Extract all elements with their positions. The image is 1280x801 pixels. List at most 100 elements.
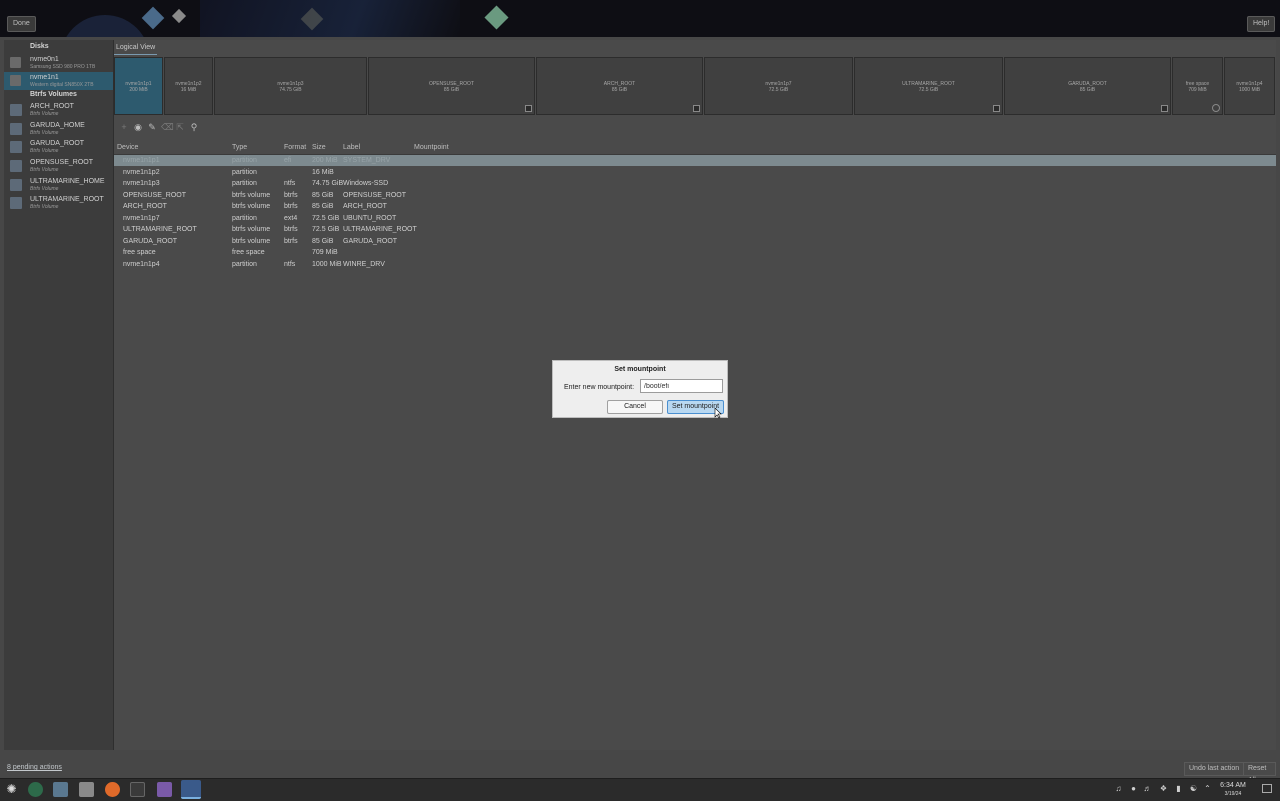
column-mountpoint[interactable]: Mountpoint <box>414 144 449 151</box>
table-row[interactable]: GARUDA_ROOT btrfs volume btrfs 85 GiB GARUDA… <box>114 236 1276 247</box>
cell-format: btrfs <box>284 226 298 233</box>
status-bar: 8 pending actions Undo last action Reset… <box>4 762 1276 784</box>
pending-actions-link[interactable]: 8 pending actions <box>7 764 62 771</box>
column-format[interactable]: Format <box>284 144 306 151</box>
dialog-title: Set mountpoint <box>614 366 666 373</box>
volume-icon[interactable]: ♬ <box>1143 784 1152 793</box>
volume-type: Btrfs Volume <box>30 186 59 192</box>
table-row[interactable]: OPENSUSE_ROOT btrfs volume btrfs 85 GiB OPEN… <box>114 190 1276 201</box>
partition-block-size: 85 GiB <box>443 87 460 93</box>
cell-device: free space <box>123 249 156 256</box>
cell-device: nvme1n1p3 <box>123 180 160 187</box>
cell-type: btrfs volume <box>232 203 271 210</box>
status-dot-icon[interactable]: ● <box>1129 784 1138 793</box>
notification-icon[interactable]: ♫ <box>1114 784 1123 793</box>
table-row[interactable]: nvme1n1p4 partition ntfs 1000 MiB WINRE_DRV <box>114 259 1276 270</box>
volume-name: OPENSUSE_ROOT <box>30 159 94 166</box>
cell-label: ULTRAMARINE_ROOT <box>343 226 417 233</box>
show-desktop-icon[interactable] <box>1262 784 1272 793</box>
volume-icon <box>10 197 22 209</box>
reset-all-button[interactable]: Reset All <box>1243 762 1276 784</box>
bluetooth-icon[interactable]: ❖ <box>1159 784 1168 793</box>
format-icon[interactable]: ◉ <box>133 122 143 132</box>
cancel-button[interactable]: Cancel <box>607 400 663 414</box>
volume-item[interactable]: GARUDA_ROOT Btrfs Volume <box>4 139 113 157</box>
column-device[interactable]: Device <box>117 144 138 151</box>
resize-icon[interactable]: ⇱ <box>175 122 185 132</box>
volume-item[interactable]: ULTRAMARINE_ROOT Btrfs Volume <box>4 195 113 213</box>
partition-block[interactable]: ARCH_ROOT 85 GiB <box>536 57 703 115</box>
wifi-icon[interactable]: ☯ <box>1189 784 1198 793</box>
partition-block[interactable]: GARUDA_ROOT 85 GiB <box>1004 57 1171 115</box>
volume-item[interactable]: ARCH_ROOT Btrfs Volume <box>4 102 113 120</box>
cell-size: 1000 MiB <box>312 260 342 268</box>
partition-block[interactable]: OPENSUSE_ROOT 85 GiB <box>368 57 535 115</box>
chevron-up-icon[interactable]: ⌃ <box>1203 784 1212 793</box>
cell-format: btrfs <box>284 191 298 199</box>
help-button[interactable]: Help! <box>1247 16 1276 32</box>
volume-stack-icon <box>693 105 700 112</box>
partition-block-size: 85 GiB <box>611 87 628 93</box>
table-row[interactable]: nvme1n1p2 partition 16 MiB <box>114 167 1276 178</box>
done-button[interactable]: Done <box>7 16 36 32</box>
cell-format: btrfs <box>284 237 298 245</box>
installer-icon[interactable] <box>181 780 201 799</box>
cell-device: nvme1n1p1 <box>123 157 160 164</box>
partition-block[interactable]: nvme1n1p2 16 MiB <box>164 57 213 115</box>
firefox-icon[interactable] <box>105 782 120 797</box>
cell-size: 85 GiB <box>312 191 334 199</box>
cell-type: btrfs volume <box>232 226 271 233</box>
cell-device: nvme1n1p2 <box>123 168 160 176</box>
partition-block[interactable]: ULTRAMARINE_ROOT 72.5 GiB <box>854 57 1003 115</box>
disk-icon <box>10 57 21 68</box>
top-bar: Done Help! <box>0 0 1280 37</box>
clock[interactable]: 6:34 AM 3/19/24 <box>1216 782 1250 798</box>
discover-icon[interactable] <box>28 782 43 797</box>
table-row[interactable]: nvme1n1p7 partition ext4 72.5 GiB UBUNTU_ROO… <box>114 213 1276 224</box>
table-row[interactable]: free space free space 709 MiB <box>114 247 1276 258</box>
delete-icon[interactable]: ⌫ <box>161 122 174 132</box>
undo-last-action-button[interactable]: Undo last action <box>1184 762 1245 776</box>
column-label[interactable]: Label <box>343 144 360 151</box>
set-mountpoint-dialog: Set mountpoint Enter new mountpoint: Can… <box>552 360 728 419</box>
disk-item-selected[interactable]: nvme1n1 Western digital SN850X 2TB <box>4 72 113 90</box>
add-icon[interactable]: + <box>119 122 129 132</box>
cell-device: ARCH_ROOT <box>123 203 167 210</box>
disk-item[interactable]: nvme0n1 Samsung SSD 980 PRO 1TB <box>4 54 113 72</box>
table-row[interactable]: ARCH_ROOT btrfs volume btrfs 85 GiB ARCH_ROO… <box>114 201 1276 212</box>
column-size[interactable]: Size <box>312 144 326 151</box>
volume-icon <box>10 179 22 191</box>
column-type[interactable]: Type <box>232 144 247 151</box>
disk-model: Samsung SSD 980 PRO 1TB <box>30 64 96 70</box>
mountpoint-icon[interactable]: ⚲ <box>189 122 199 132</box>
partition-block-size: 1000 MiB <box>1238 87 1261 93</box>
volume-item[interactable]: ULTRAMARINE_HOME Btrfs Volume <box>4 177 113 195</box>
cell-type: partition <box>232 168 257 176</box>
app-launcher-icon[interactable]: ✺ <box>4 782 19 797</box>
files-icon[interactable] <box>79 782 94 797</box>
wallpaper-shape <box>60 15 150 37</box>
table-row[interactable]: nvme1n1p3 partition ntfs 74.75 GiB Windows-S… <box>114 178 1276 189</box>
edit-icon[interactable]: ✎ <box>147 122 157 132</box>
partition-block[interactable]: nvme1n1p4 1000 MiB <box>1224 57 1275 115</box>
cell-type: free space <box>232 249 265 256</box>
tab-logical-view[interactable]: Logical View <box>114 42 158 55</box>
volume-item[interactable]: OPENSUSE_ROOT Btrfs Volume <box>4 158 113 176</box>
store-icon[interactable] <box>53 782 68 797</box>
partition-block[interactable]: nvme1n1p1 200 MiB <box>114 57 163 115</box>
system-monitor-icon[interactable] <box>157 782 172 797</box>
terminal-icon[interactable] <box>130 782 145 797</box>
partition-block[interactable]: nvme1n1p7 72.5 GiB <box>704 57 853 115</box>
table-row[interactable]: nvme1n1p1 partition efi 200 MiB SYSTEM_DRV <box>114 155 1276 166</box>
cell-device: ULTRAMARINE_ROOT <box>123 226 197 233</box>
battery-icon[interactable]: ▮ <box>1174 784 1183 793</box>
cell-size: 85 GiB <box>312 237 334 245</box>
table-row[interactable]: ULTRAMARINE_ROOT btrfs volume btrfs 72.5 Gi… <box>114 224 1276 235</box>
cell-label: Windows-SSD <box>343 180 389 187</box>
wallpaper-shape <box>171 8 187 24</box>
partition-block[interactable]: nvme1n1p3 74.75 GiB <box>214 57 367 115</box>
volume-item[interactable]: GARUDA_HOME Btrfs Volume <box>4 121 113 139</box>
partition-block-free[interactable]: free space 709 MiB <box>1172 57 1223 115</box>
mountpoint-input[interactable] <box>640 379 723 393</box>
mouse-cursor-icon <box>714 408 722 419</box>
